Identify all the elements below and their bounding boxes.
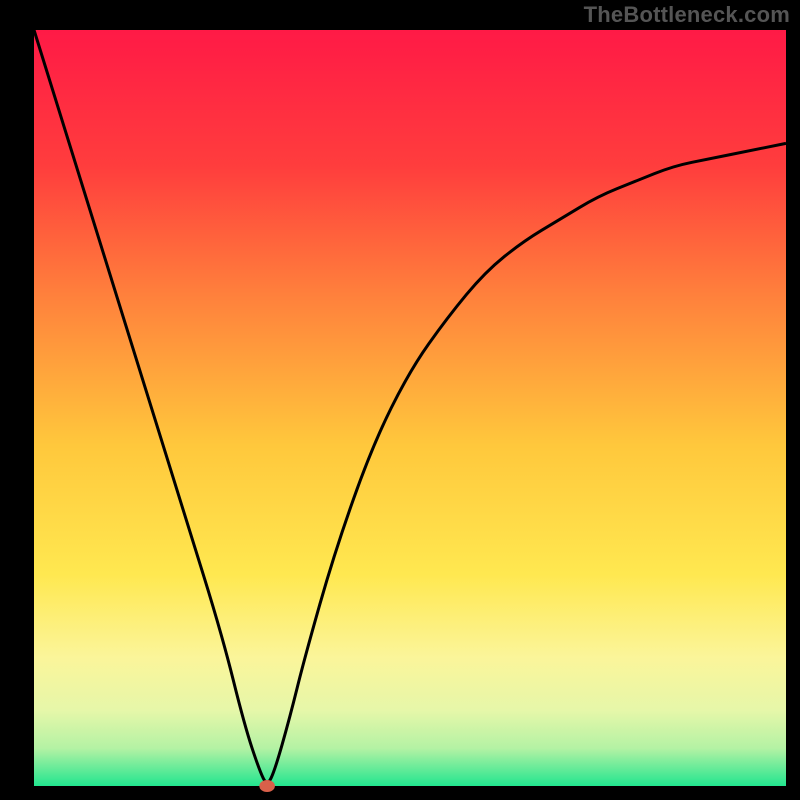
- bottleneck-chart: [0, 0, 800, 800]
- chart-background-gradient: [34, 30, 786, 786]
- chart-frame: TheBottleneck.com: [0, 0, 800, 800]
- optimal-point-marker: [259, 780, 275, 792]
